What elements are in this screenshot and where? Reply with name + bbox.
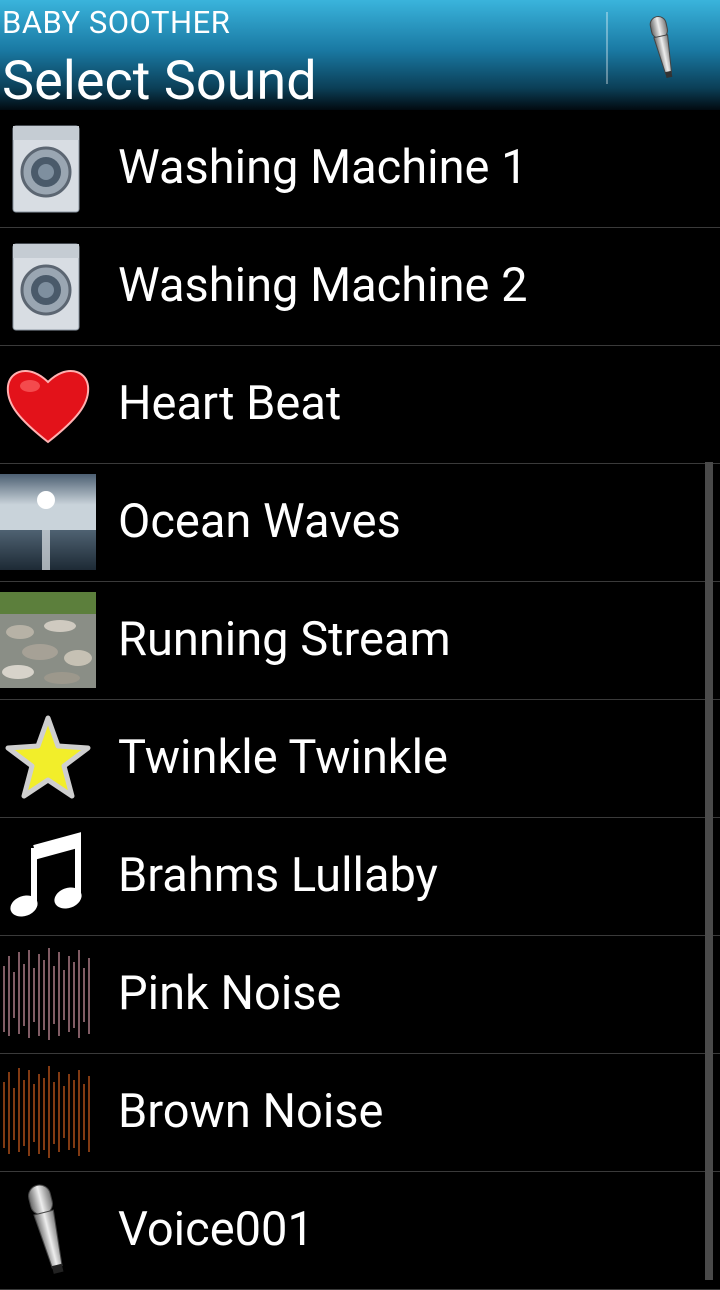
sound-label: Heart Beat [118,376,342,431]
sound-list: Washing Machine 1 Washing Machine 2 Hear… [0,110,720,1290]
list-item-brahms-lullaby[interactable]: Brahms Lullaby [0,818,720,936]
action-divider [606,12,608,84]
brown-noise-icon [0,1064,96,1160]
sound-label: Pink Noise [118,966,342,1021]
sound-label: Washing Machine 2 [118,258,528,313]
washing-machine-icon [0,238,96,334]
microphone-icon [0,1182,96,1278]
list-item-twinkle-twinkle[interactable]: Twinkle Twinkle [0,700,720,818]
list-item-washing-machine-1[interactable]: Washing Machine 1 [0,110,720,228]
sound-label: Voice001 [118,1202,314,1257]
list-item-ocean-waves[interactable]: Ocean Waves [0,464,720,582]
list-item-running-stream[interactable]: Running Stream [0,582,720,700]
star-icon [0,710,96,806]
sound-label: Running Stream [118,612,451,667]
action-bar: BABY SOOTHER Select Sound [0,0,720,113]
sound-label: Brown Noise [118,1084,384,1139]
list-item-pink-noise[interactable]: Pink Noise [0,936,720,1054]
record-voice-button[interactable] [636,12,690,82]
sound-label: Twinkle Twinkle [118,730,448,785]
scrollbar[interactable] [705,462,713,1280]
music-note-icon [0,828,96,924]
app-name: BABY SOOTHER [2,4,231,41]
sound-label: Brahms Lullaby [118,848,438,903]
list-item-voice001[interactable]: Voice001 [0,1172,720,1290]
sound-label: Washing Machine 1 [118,140,528,195]
list-item-heart-beat[interactable]: Heart Beat [0,346,720,464]
heart-icon [0,356,96,452]
microphone-icon [649,16,673,78]
washing-machine-icon [0,120,96,216]
list-item-brown-noise[interactable]: Brown Noise [0,1054,720,1172]
list-item-washing-machine-2[interactable]: Washing Machine 2 [0,228,720,346]
pink-noise-icon [0,946,96,1042]
stream-photo [0,592,96,688]
page-title: Select Sound [2,50,317,113]
sound-label: Ocean Waves [118,494,401,549]
ocean-photo [0,474,96,570]
